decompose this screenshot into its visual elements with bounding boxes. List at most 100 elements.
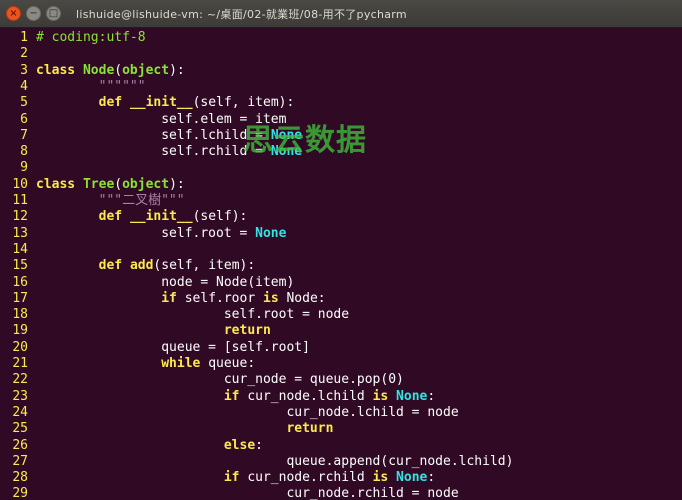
code-line: 21 while queue: xyxy=(0,356,255,372)
line-number: 4 xyxy=(20,78,28,94)
line-number: 29 xyxy=(12,486,28,500)
line-number: 26 xyxy=(12,437,28,453)
line-number: 28 xyxy=(12,470,28,486)
code-token: cur_node.lchild xyxy=(247,388,373,404)
code-token: node = Node(item) xyxy=(36,274,295,290)
code-token: cur_node.rchild = node xyxy=(36,486,459,500)
line-number: 9 xyxy=(20,160,28,176)
line-number: 2 xyxy=(20,46,28,62)
code-line: 14 xyxy=(0,242,36,258)
code-line: 9 xyxy=(0,160,36,176)
code-token: None xyxy=(255,225,287,241)
code-token: cur_node = queue.pop(0) xyxy=(36,372,404,388)
code-token: queue: xyxy=(208,356,256,371)
code-token: Tree xyxy=(82,176,115,192)
code-token: else xyxy=(223,437,256,453)
code-text: def add(self, item): xyxy=(28,258,256,274)
code-text: class Tree(object): xyxy=(28,177,185,193)
title-bar[interactable]: × − □ lishuide@lishuide-vm: ~/桌面/02-就業班/… xyxy=(0,0,682,28)
line-number: 10 xyxy=(12,176,28,192)
code-token: Node: xyxy=(286,290,326,306)
minimize-icon: − xyxy=(29,7,38,19)
code-token: self.roor xyxy=(184,290,263,306)
minimize-button[interactable]: − xyxy=(26,6,41,21)
code-text: queue = [self.root] xyxy=(28,340,310,356)
code-line: 16 node = Node(item) xyxy=(0,275,294,291)
code-token: : xyxy=(255,437,263,453)
terminal-content[interactable]: 1 # coding:utf-8 2 3 class Node(object): 4 ""… xyxy=(0,29,682,500)
code-token: is xyxy=(372,388,397,404)
code-token: (self): xyxy=(192,209,248,225)
code-token: ): xyxy=(169,62,185,78)
line-number: 17 xyxy=(12,290,28,306)
line-number: 25 xyxy=(12,421,28,437)
code-text: if cur_node.lchild is None: xyxy=(28,389,435,405)
code-token: def xyxy=(98,209,130,225)
code-token: is xyxy=(372,470,397,486)
line-number: 19 xyxy=(12,323,28,339)
code-token: (self, item): xyxy=(192,95,295,111)
code-line: 2 xyxy=(0,46,36,62)
code-token: ( xyxy=(114,176,123,192)
code-line: 12 def __init__(self): xyxy=(0,209,247,225)
code-token: """二叉樹""" xyxy=(36,193,185,208)
code-token: if xyxy=(223,470,248,486)
code-line: 26 else: xyxy=(0,438,263,454)
code-text: cur_node.lchild = node xyxy=(28,405,458,421)
code-token: object xyxy=(122,62,170,78)
line-number: 8 xyxy=(20,144,28,160)
line-number: 27 xyxy=(12,453,28,469)
code-line: 27 queue.append(cur_node.lchild) xyxy=(0,454,513,470)
code-text: node = Node(item) xyxy=(28,275,294,291)
code-token: class xyxy=(36,62,83,78)
code-text: cur_node.rchild = node xyxy=(28,486,459,500)
line-number: 11 xyxy=(12,193,28,208)
code-token: if xyxy=(161,290,185,306)
code-token: while xyxy=(161,356,209,371)
code-text: self.root = node xyxy=(28,307,349,323)
line-number: 20 xyxy=(12,339,28,355)
code-token: None xyxy=(396,388,428,404)
code-line: 11 """二叉樹""" xyxy=(0,193,185,209)
code-text: cur_node = queue.pop(0) xyxy=(28,372,404,388)
code-text: while queue: xyxy=(28,356,255,372)
line-number: 1 xyxy=(20,30,28,45)
window-title: lishuide@lishuide-vm: ~/桌面/02-就業班/08-用不了… xyxy=(76,7,407,21)
code-text: def __init__(self, item): xyxy=(28,95,295,111)
code-line: 3 class Node(object): xyxy=(0,63,185,79)
close-icon: × xyxy=(9,7,18,19)
line-number: 21 xyxy=(12,356,28,371)
code-token: : xyxy=(427,470,436,486)
code-token: # coding:utf-8 xyxy=(36,30,146,45)
line-number: 7 xyxy=(20,127,28,143)
code-token: (self, item): xyxy=(153,258,256,274)
code-token: self.rchild = xyxy=(36,144,271,160)
line-number: 6 xyxy=(20,111,28,127)
code-token: self.root = xyxy=(36,225,256,241)
close-button[interactable]: × xyxy=(6,6,21,21)
code-line: 4 """""" xyxy=(0,78,145,95)
code-token: object xyxy=(122,176,170,192)
code-line: 28 if cur_node.rchild is None: xyxy=(0,470,435,486)
code-token: if xyxy=(223,388,248,404)
maximize-button[interactable]: □ xyxy=(46,6,61,21)
code-token: ( xyxy=(114,62,123,78)
line-number: 3 xyxy=(20,62,28,78)
code-line: 5 def __init__(self, item): xyxy=(0,95,294,111)
code-text: self.root = None xyxy=(28,226,286,242)
code-token: self.lchild = xyxy=(36,127,271,143)
code-token: is xyxy=(263,290,287,306)
line-number: 23 xyxy=(12,388,28,404)
code-text: queue.append(cur_node.lchild) xyxy=(28,454,513,470)
line-number: 18 xyxy=(12,307,28,323)
code-token: def xyxy=(98,95,130,111)
code-text: # coding:utf-8 xyxy=(28,30,146,46)
line-number: 24 xyxy=(12,404,28,420)
code-text: """二叉樹""" xyxy=(28,193,185,209)
